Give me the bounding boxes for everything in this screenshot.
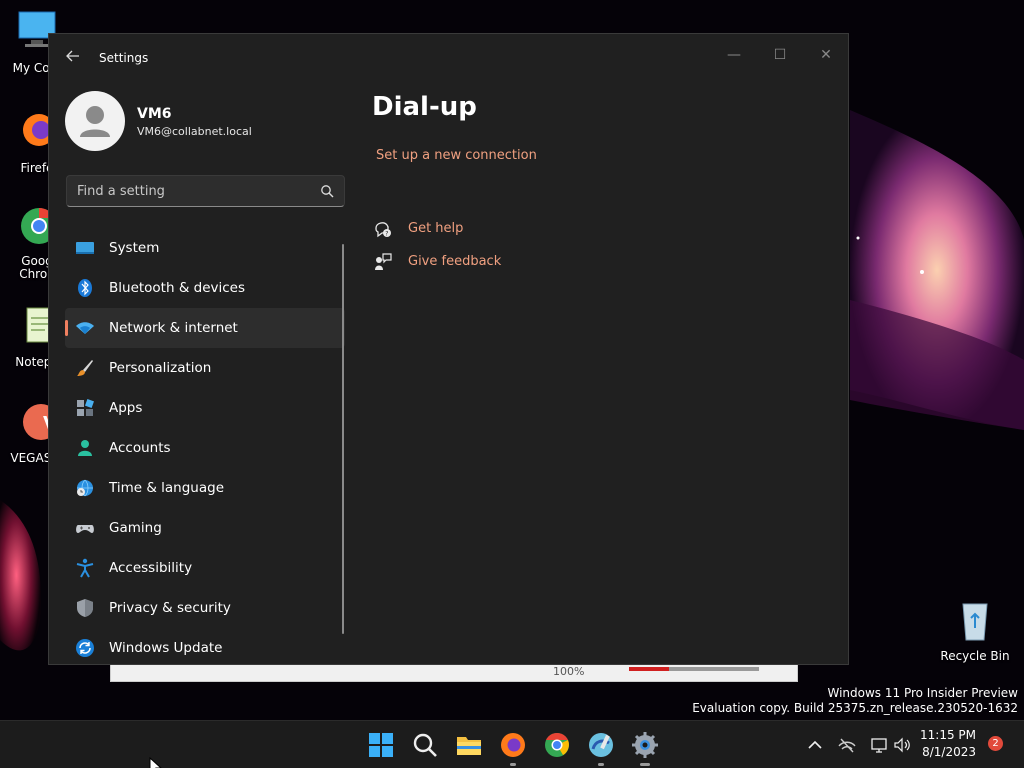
nav-item-label: Network & internet: [109, 320, 238, 336]
system-icon: [76, 242, 94, 254]
paint-app-icon[interactable]: [587, 731, 615, 759]
minimize-button[interactable]: —: [711, 40, 757, 70]
watermark-line-1: Windows 11 Pro Insider Preview: [827, 686, 1018, 700]
nav-item-label: Windows Update: [109, 640, 223, 656]
display-network-icon[interactable]: [870, 736, 888, 754]
close-button[interactable]: ✕: [803, 40, 848, 70]
nav-item-apps[interactable]: Apps: [65, 388, 345, 428]
update-icon: [76, 639, 94, 657]
nav-item-gaming[interactable]: Gaming: [65, 508, 345, 548]
paint-running-indicator: [598, 763, 604, 766]
avatar[interactable]: [65, 91, 125, 151]
volume-icon[interactable]: [893, 736, 911, 754]
nav-item-accessibility[interactable]: Accessibility: [65, 548, 345, 588]
bluetooth-icon: [78, 279, 92, 297]
chrome-taskbar-icon[interactable]: [543, 731, 571, 759]
person-icon: [78, 440, 92, 456]
notification-badge[interactable]: 2: [988, 736, 1003, 751]
nav-item-label: Apps: [109, 400, 143, 416]
globe-clock-icon: [77, 479, 93, 497]
shield-icon: [77, 599, 93, 617]
background-app-statusbar: 100%: [110, 662, 798, 682]
desktop-icon-recycle-bin[interactable]: Recycle Bin: [940, 598, 1010, 663]
back-arrow-icon: [66, 50, 79, 62]
give-feedback-icon: [375, 253, 392, 270]
firefox-running-indicator: [510, 763, 516, 766]
nav-item-label: Gaming: [109, 520, 162, 536]
title-bar[interactable]: Settings — ☐ ✕: [49, 34, 848, 82]
apps-icon: [77, 399, 94, 416]
nav-item-label: Accessibility: [109, 560, 193, 576]
get-help-link[interactable]: Get help: [408, 221, 463, 236]
settings-taskbar-icon[interactable]: [631, 731, 659, 759]
taskbar-search-icon[interactable]: [411, 731, 439, 759]
recycle-bin-icon: [962, 603, 988, 641]
page-title: Dial-up: [372, 92, 477, 122]
nav-item-label: Bluetooth & devices: [109, 280, 246, 296]
user-email: VM6@collabnet.local: [137, 125, 252, 138]
nav-item-personalization[interactable]: Personalization: [65, 348, 345, 388]
search-input[interactable]: [67, 176, 307, 206]
search-icon[interactable]: [320, 184, 334, 198]
search-box[interactable]: [66, 175, 345, 207]
accessibility-icon: [76, 558, 94, 578]
user-name: VM6: [137, 106, 172, 122]
nav-item-label: Privacy & security: [109, 600, 231, 616]
setup-new-connection-link[interactable]: Set up a new connection: [376, 148, 537, 163]
settings-window: Settings — ☐ ✕ VM6 VM6@collabnet.local S…: [48, 33, 849, 665]
nav-item-label: Accounts: [109, 440, 171, 456]
nav-item-windows-update[interactable]: Windows Update: [65, 628, 345, 664]
desktop-icon-label: Recycle Bin: [940, 649, 1010, 663]
brush-icon: [77, 360, 93, 376]
mouse-cursor-icon: [149, 757, 162, 768]
nav-item-accounts[interactable]: Accounts: [65, 428, 345, 468]
zoom-slider-fill: [629, 667, 669, 671]
nav-item-bluetooth-devices[interactable]: Bluetooth & devices: [65, 268, 345, 308]
network-offline-icon[interactable]: [838, 736, 856, 754]
nav-item-label: Personalization: [109, 360, 212, 376]
start-button[interactable]: [367, 731, 395, 759]
file-explorer-icon[interactable]: [455, 731, 483, 759]
give-feedback-link[interactable]: Give feedback: [408, 254, 501, 269]
clock-date[interactable]: 8/1/2023: [922, 745, 976, 759]
nav-scrollbar[interactable]: [342, 244, 344, 634]
nav-item-privacy-security[interactable]: Privacy & security: [65, 588, 345, 628]
watermark-line-2: Evaluation copy. Build 25375.zn_release.…: [692, 701, 1018, 715]
wifi-icon: [76, 322, 94, 334]
firefox-taskbar-icon[interactable]: [499, 731, 527, 759]
window-title: Settings: [99, 51, 149, 65]
nav-item-label: Time & language: [109, 480, 225, 496]
nav-item-label: System: [109, 240, 160, 256]
nav-item-network-internet[interactable]: Network & internet: [65, 308, 345, 348]
settings-nav: System Bluetooth & devices Network & int…: [65, 228, 345, 664]
get-help-icon: ?: [375, 222, 391, 238]
clock-time[interactable]: 11:15 PM: [920, 728, 976, 742]
nav-item-time-language[interactable]: Time & language: [65, 468, 345, 508]
zoom-level: 100%: [553, 665, 585, 678]
maximize-button[interactable]: ☐: [757, 40, 803, 70]
back-button[interactable]: [63, 48, 83, 68]
chevron-up-icon[interactable]: [806, 736, 824, 754]
gamepad-icon: [76, 525, 94, 533]
settings-running-indicator: [640, 763, 650, 766]
user-silhouette-icon: [80, 106, 110, 137]
nav-item-system[interactable]: System: [65, 228, 345, 268]
svg-text:?: ?: [385, 231, 388, 238]
